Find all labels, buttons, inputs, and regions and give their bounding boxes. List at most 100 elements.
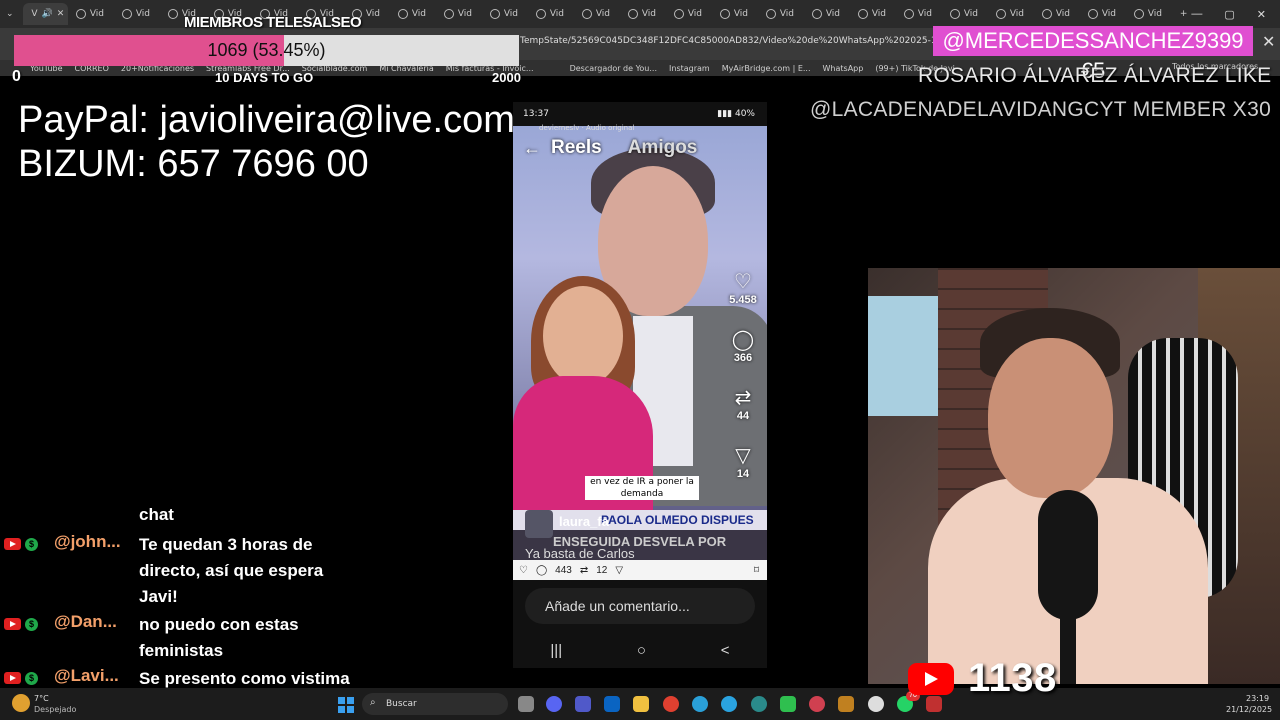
url-input[interactable]: TempState/52569C045DC348F12DFC4C85000AD8…: [520, 36, 977, 46]
file-explorer-icon[interactable]: [633, 696, 649, 712]
tab-label: Vid: [825, 9, 841, 19]
tab-favicon-icon: [765, 9, 776, 19]
tab-favicon-icon: [1133, 9, 1144, 19]
like-button[interactable]: ♡ 5.458: [723, 270, 763, 306]
browser-tab[interactable]: Vid: [114, 3, 160, 25]
clock-time[interactable]: 23:19: [1246, 694, 1269, 703]
browser-tab[interactable]: Vid: [896, 3, 942, 25]
tab-favicon-icon: [811, 9, 822, 19]
chrome-icon[interactable]: [663, 696, 679, 712]
recent-apps-button[interactable]: |||: [550, 642, 562, 659]
browser-tab[interactable]: Vid: [574, 3, 620, 25]
new-tab-button[interactable]: +: [1172, 3, 1192, 25]
webcam-feed: [868, 268, 1280, 684]
taskbar-search-input[interactable]: Buscar: [362, 693, 508, 715]
tab-favicon-icon: [443, 9, 454, 19]
telegram-icon[interactable]: [721, 696, 737, 712]
clock-date[interactable]: 21/12/2025: [1226, 705, 1272, 714]
tab-favicon-icon: [581, 9, 592, 19]
heart-icon[interactable]: ♡: [519, 565, 528, 576]
member-alert: @LACADENADELAVIDANGCYT MEMBER X30: [810, 98, 1272, 121]
browser-icon[interactable]: [751, 696, 767, 712]
bookmark-item[interactable]: MyAirBridge.com | E...: [722, 64, 811, 73]
tab-close-icon[interactable]: ✕: [57, 9, 65, 19]
repost-button[interactable]: ⇄ 44: [723, 386, 763, 422]
browser-tab[interactable]: Vid: [390, 3, 436, 25]
comment-input[interactable]: Añade un comentario...: [525, 588, 755, 624]
app-red-icon[interactable]: [809, 696, 825, 712]
browser-tab[interactable]: Vid: [1080, 3, 1126, 25]
phone-status-bar: 13:37 ▮▮▮ 40%: [513, 102, 767, 126]
user-avatar[interactable]: [525, 510, 553, 538]
browser-tab[interactable]: Vid: [528, 3, 574, 25]
weather-icon[interactable]: [12, 694, 30, 712]
tab-menu-button[interactable]: ⌄: [0, 3, 23, 25]
browser-tab[interactable]: Vid: [666, 3, 712, 25]
back-button[interactable]: <: [721, 642, 730, 659]
signal-icon: ▮▮▮: [717, 109, 735, 119]
minimize-button[interactable]: —: [1191, 8, 1202, 21]
weather-temperature[interactable]: 7°C: [34, 694, 49, 703]
send-icon[interactable]: ▽: [615, 565, 623, 576]
tab-label: Vid: [963, 9, 979, 19]
close-window-button[interactable]: ✕: [1257, 8, 1266, 21]
edge-icon[interactable]: [692, 696, 708, 712]
bookmark-item[interactable]: Descargador de You...: [570, 64, 657, 73]
app-white-icon[interactable]: [868, 696, 884, 712]
streamer-face: [988, 338, 1113, 498]
background-monitor: [868, 296, 938, 416]
dollar-icon: $: [25, 618, 38, 631]
bookmark-item[interactable]: WhatsApp: [823, 64, 864, 73]
browser-tab[interactable]: Vid: [68, 3, 114, 25]
speaker-icon: 🔊: [41, 9, 53, 19]
tab-favicon-icon: [489, 9, 500, 19]
tab-label: Vid: [1101, 9, 1117, 19]
teams-icon[interactable]: [575, 696, 591, 712]
share-button[interactable]: ▽ 14: [723, 444, 763, 480]
video-woman-face: [543, 286, 623, 386]
tab-label: Vid: [89, 9, 105, 19]
close-icon[interactable]: ✕: [1262, 32, 1275, 52]
tab-favicon-icon: [1041, 9, 1052, 19]
browser-tab[interactable]: Vid: [850, 3, 896, 25]
repost-icon: ⇄: [734, 387, 752, 409]
task-view-icon[interactable]: [518, 696, 534, 712]
browser-tab[interactable]: Vid: [436, 3, 482, 25]
browser-tab[interactable]: Vid: [712, 3, 758, 25]
chat-partial-message: chat: [139, 505, 174, 523]
outlook-icon[interactable]: [604, 696, 620, 712]
comment-button[interactable]: ◯ 366: [723, 328, 763, 364]
chat-username: @Dan...: [54, 612, 117, 631]
app-orange-icon[interactable]: [838, 696, 854, 712]
chat-username: @Lavi...: [54, 666, 119, 685]
browser-tab[interactable]: Vid: [1126, 3, 1172, 25]
home-button[interactable]: ○: [637, 642, 646, 659]
app-green-icon[interactable]: [780, 696, 796, 712]
browser-tab[interactable]: Vid: [804, 3, 850, 25]
tab-label: Vid: [779, 9, 795, 19]
browser-tab-active[interactable]: V 🔊 ✕: [23, 3, 68, 25]
windows-start-icon[interactable]: [338, 697, 354, 713]
back-arrow-icon[interactable]: ←: [523, 138, 541, 159]
repost-icon[interactable]: ⇄: [580, 565, 588, 576]
bookmark-icon[interactable]: ⌑: [754, 565, 759, 576]
comment-icon[interactable]: ◯: [536, 565, 547, 576]
browser-tab[interactable]: Vid: [988, 3, 1034, 25]
reel-username[interactable]: laura_fa: [559, 514, 609, 529]
browser-tab[interactable]: Vid: [758, 3, 804, 25]
goal-min-label: 0: [12, 68, 21, 85]
reels-header: ← Reels Amigos: [513, 134, 767, 162]
browser-tab[interactable]: Vid: [620, 3, 666, 25]
discord-icon[interactable]: [546, 696, 562, 712]
browser-tab[interactable]: Vid: [1034, 3, 1080, 25]
tab-reels[interactable]: Reels: [551, 137, 602, 159]
maximize-button[interactable]: ▢: [1224, 8, 1234, 21]
browser-tab[interactable]: Vid: [482, 3, 528, 25]
youtube-icon: [908, 662, 954, 695]
tab-friends[interactable]: Amigos: [628, 137, 698, 159]
browser-tab[interactable]: Vid: [942, 3, 988, 25]
bookmark-item[interactable]: Instagram: [669, 64, 710, 73]
tab-favicon-icon: [857, 9, 868, 19]
weather-description[interactable]: Despejado: [34, 705, 76, 714]
tab-label: Vid: [365, 9, 381, 19]
